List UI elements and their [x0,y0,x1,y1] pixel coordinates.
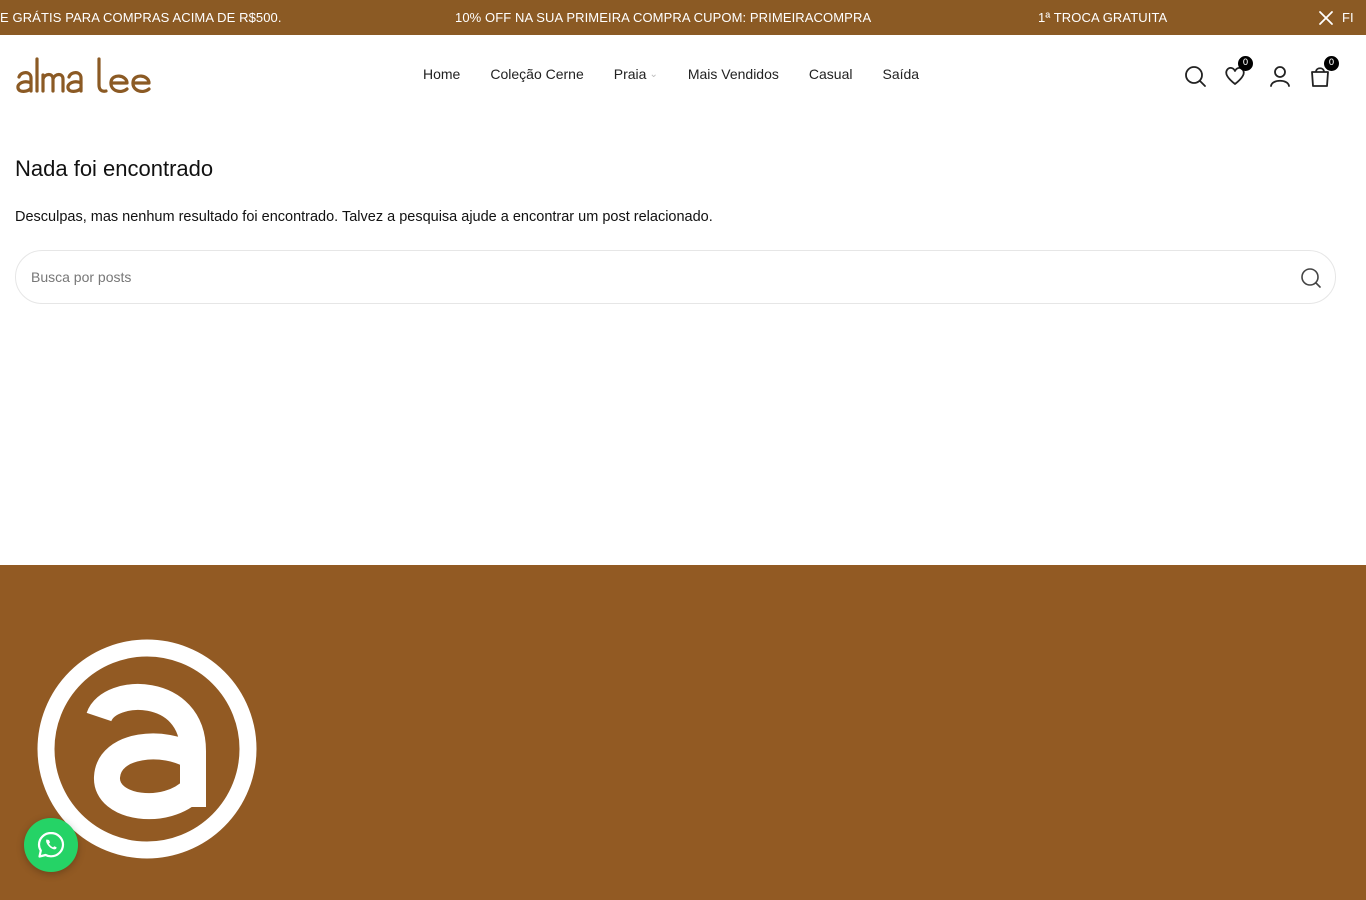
cart-count-badge: 0 [1324,56,1339,71]
page-title: Nada foi encontrado [15,156,214,181]
announcement-message: 1ª TROCA GRATUITA [1038,10,1168,25]
wishlist-button[interactable]: 0 [1222,56,1253,89]
nav-item-mais-vendidos[interactable]: Mais Vendidos [688,66,779,82]
announcement-message: FI [1342,10,1354,25]
site-footer [0,565,1366,900]
announcement-bar: E GRÁTIS PARA COMPRAS ACIMA DE R$500. 10… [0,0,1366,35]
search-input[interactable] [31,251,1281,303]
nav-item-home[interactable]: Home [423,66,460,82]
cart-button[interactable]: 0 [1307,56,1339,89]
nav-item-colecao-cerne[interactable]: Coleção Cerne [490,66,583,82]
nav-item-label: Praia [613,66,647,82]
site-header: Home Coleção Cerne Praia ⌄ Mais Vendidos … [0,35,1366,115]
whatsapp-button[interactable] [24,818,78,872]
search-icon[interactable] [1299,266,1323,290]
main-nav: Home Coleção Cerne Praia ⌄ Mais Vendidos … [423,66,949,82]
announcement-message: 10% OFF NA SUA PRIMEIRA COMPRA CUPOM: PR… [455,10,872,25]
nav-item-saida[interactable]: Saída [882,66,919,82]
whatsapp-icon [37,831,65,858]
announcement-message: E GRÁTIS PARA COMPRAS ACIMA DE R$500. [0,10,282,25]
no-results-message: Desculpas, mas nenhum resultado foi enco… [15,209,713,225]
nav-item-casual[interactable]: Casual [809,66,853,82]
wishlist-count-badge: 0 [1238,56,1253,71]
search-icon[interactable] [1182,63,1208,89]
post-search-form [15,250,1336,304]
user-icon[interactable] [1267,63,1293,89]
close-icon[interactable] [1316,8,1336,28]
chevron-down-icon: ⌄ [649,68,658,80]
site-logo[interactable] [15,53,157,97]
nav-item-praia[interactable]: Praia ⌄ [614,66,658,82]
